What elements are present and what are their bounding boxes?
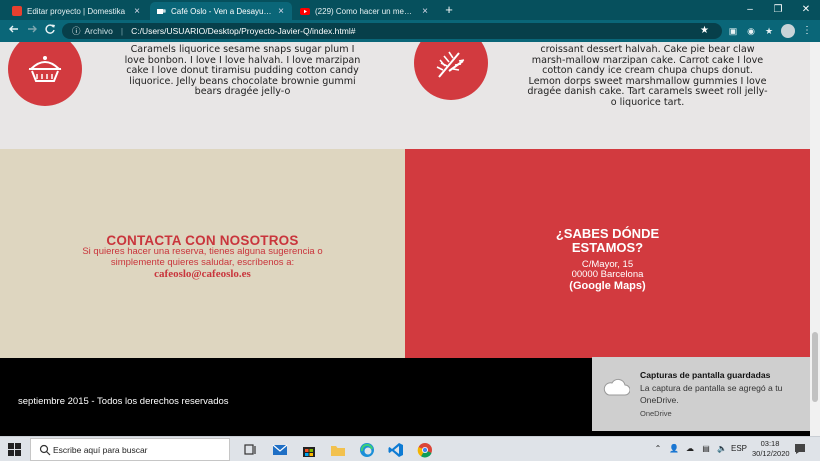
minimize-button[interactable]: –	[736, 0, 764, 20]
contact-line: Si quieres hacer una reserva, tienes alg…	[82, 246, 323, 257]
clock-date: 30/12/2020	[752, 448, 790, 458]
google-maps-link[interactable]: (Google Maps)	[405, 280, 810, 293]
contact-line: simplemente quieres saludar, escríbenos …	[110, 256, 295, 268]
file-explorer-icon[interactable]	[329, 441, 347, 459]
tab-close-icon[interactable]: ×	[132, 6, 142, 17]
browser-tab-strip: Editar proyecto | Domestika × Café Oslo …	[0, 0, 820, 20]
location-title-line: ¿SABES DÓNDE	[555, 226, 660, 241]
address-bar[interactable]: ⓘ Archivo | C:/Users/USUARIO/Desktop/Proyec…	[62, 23, 722, 39]
back-arrow-icon[interactable]	[6, 23, 22, 39]
wheat-icon	[414, 42, 488, 100]
extension-icon[interactable]: ★	[762, 24, 776, 38]
contact-description: Si quieres hacer una reserva, tienes alg…	[0, 246, 405, 280]
search-icon	[39, 444, 51, 456]
notification-title: Capturas de pantalla guardadas	[640, 370, 771, 380]
address-scheme: Archivo	[84, 26, 113, 36]
bookmark-star-icon[interactable]: ★	[700, 23, 714, 39]
footer-copyright: septiembre 2015 - Todos los derechos res…	[18, 396, 229, 407]
language-indicator[interactable]: ESP	[731, 441, 747, 457]
feature-description: Caramels liquorice sesame snaps sugar pl…	[124, 44, 361, 97]
notification-app-name: OneDrive	[640, 409, 672, 418]
tab-youtube[interactable]: (229) Como hacer un menú de r… ×	[294, 2, 436, 20]
profile-avatar[interactable]	[781, 24, 795, 38]
windows-taskbar: Escribe aquí para buscar ⌃ 👤 ☁ ▤ 🔈 ESP 0…	[0, 436, 820, 461]
forward-arrow-icon[interactable]	[24, 23, 40, 39]
tab-domestika[interactable]: Editar proyecto | Domestika ×	[6, 2, 148, 20]
address-city: 00000 Barcelona	[571, 269, 644, 280]
edge-browser-icon[interactable]	[358, 441, 376, 459]
tab-close-icon[interactable]: ×	[276, 6, 286, 17]
menu-dots-icon[interactable]: ⋮	[800, 24, 814, 38]
youtube-favicon-icon	[300, 6, 310, 16]
tab-title: Café Oslo - Ven a Desayunar	[171, 6, 272, 16]
tab-title: (229) Como hacer un menú de r…	[315, 6, 416, 16]
location-address: C/Mayor, 15 00000 Barcelona (Google Maps…	[405, 260, 810, 293]
extension-icon[interactable]: ▣	[726, 24, 740, 38]
clock-time: 03:18	[760, 439, 780, 448]
onedrive-notification[interactable]: Capturas de pantalla guardadas La captur…	[592, 357, 810, 431]
reload-icon[interactable]	[42, 23, 58, 39]
page-scrollbar[interactable]	[810, 42, 820, 436]
chevron-up-icon[interactable]: ⌃	[652, 441, 664, 457]
notification-body: La captura de pantalla se agregó a tu On…	[640, 383, 783, 405]
taskbar-clock[interactable]: 03:18 30/12/2020	[752, 439, 790, 458]
chrome-icon[interactable]	[416, 441, 434, 459]
tab-title: Editar proyecto | Domestika	[27, 6, 126, 16]
vscode-icon[interactable]	[387, 441, 405, 459]
people-icon[interactable]: 👤	[668, 441, 680, 457]
windows-start-icon[interactable]	[8, 443, 22, 457]
location-title: ¿SABES DÓNDE ESTAMOS?	[405, 227, 810, 255]
tab-close-icon[interactable]: ×	[420, 6, 430, 17]
extension-icon[interactable]: ◉	[744, 24, 758, 38]
network-icon[interactable]: ▤	[700, 441, 712, 457]
cloud-icon	[603, 378, 630, 396]
browser-toolbar: ⓘ Archivo | C:/Users/USUARIO/Desktop/Proyec…	[0, 20, 820, 42]
domestika-favicon-icon	[12, 6, 22, 16]
onedrive-tray-icon[interactable]: ☁	[684, 441, 696, 457]
info-icon[interactable]: ⓘ	[72, 26, 81, 36]
task-view-icon[interactable]	[242, 441, 260, 459]
location-section: ¿SABES DÓNDE ESTAMOS? C/Mayor, 15 00000 …	[405, 149, 810, 358]
address-separator: |	[120, 26, 124, 36]
contact-section: CONTACTA CON NOSOTROS Si quieres hacer u…	[0, 149, 405, 358]
scrollbar-thumb[interactable]	[812, 332, 818, 402]
tab-cafe-oslo[interactable]: Café Oslo - Ven a Desayunar ×	[150, 2, 292, 20]
location-title-line: ESTAMOS?	[571, 240, 644, 255]
contact-email-link[interactable]: cafeoslo@cafeoslo.es	[0, 268, 405, 280]
action-center-icon[interactable]	[794, 443, 806, 455]
address-url: C:/Users/USUARIO/Desktop/Proyecto-Javier…	[131, 26, 356, 36]
coffee-cup-favicon-icon	[156, 6, 166, 16]
pie-dessert-icon	[8, 42, 82, 106]
store-icon[interactable]	[300, 441, 318, 459]
mail-icon[interactable]	[271, 441, 289, 459]
search-placeholder: Escribe aquí para buscar	[53, 445, 148, 455]
maximize-button[interactable]: ❐	[764, 0, 792, 20]
taskbar-search-box[interactable]: Escribe aquí para buscar	[30, 438, 230, 461]
new-tab-button[interactable]: +	[442, 2, 456, 18]
volume-icon[interactable]: 🔈	[716, 441, 728, 457]
feature-description: croissant dessert halvah. Cake pie bear …	[527, 44, 768, 108]
close-window-button[interactable]: ✕	[792, 0, 820, 20]
